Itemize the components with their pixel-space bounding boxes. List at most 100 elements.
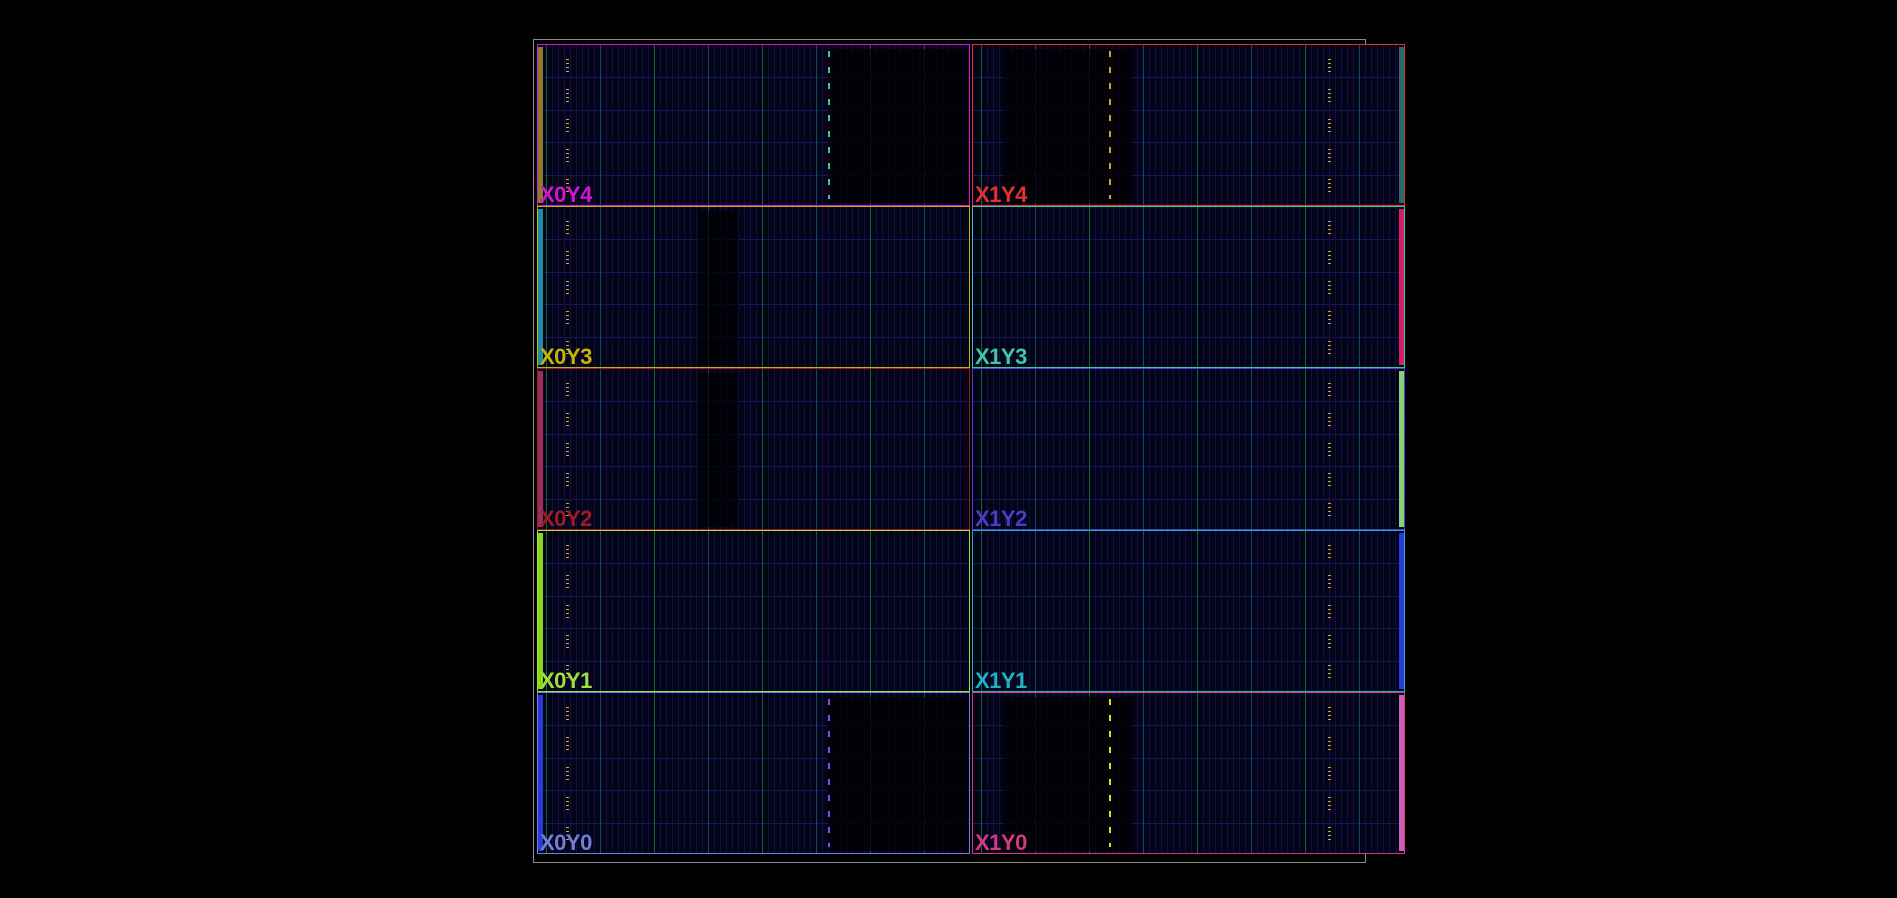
io-bank-bar bbox=[1399, 209, 1404, 365]
site-column bbox=[1095, 369, 1096, 529]
device-floorplan[interactable]: X0Y4 X1Y4 X0Y3 X1Y3 X0Y2 X1Y2 X0Y1 X1Y1 X0Y0 X1Y0 bbox=[533, 39, 1405, 863]
site-column bbox=[864, 207, 865, 367]
site-column bbox=[1227, 693, 1228, 853]
io-pin-group bbox=[1328, 827, 1331, 841]
io-pin-group bbox=[1328, 737, 1331, 751]
site-column bbox=[1365, 45, 1366, 205]
io-pin-group bbox=[1328, 545, 1331, 559]
site-column bbox=[798, 531, 799, 691]
site-column bbox=[1377, 45, 1378, 205]
site-column bbox=[636, 207, 637, 367]
site-column bbox=[1089, 531, 1090, 691]
site-column bbox=[1131, 531, 1132, 691]
site-column bbox=[804, 369, 805, 529]
site-column bbox=[900, 531, 901, 691]
site-column bbox=[588, 45, 589, 205]
site-column bbox=[846, 369, 847, 529]
site-column bbox=[684, 693, 685, 853]
site-column bbox=[1227, 369, 1228, 529]
clock-region-x1y2[interactable]: X1Y2 bbox=[972, 368, 1405, 530]
site-column bbox=[798, 45, 799, 205]
site-column bbox=[570, 693, 571, 853]
site-column bbox=[768, 45, 769, 205]
clock-region-x1y1[interactable]: X1Y1 bbox=[972, 530, 1405, 692]
site-column bbox=[576, 45, 577, 205]
site-column bbox=[1275, 531, 1276, 691]
site-column bbox=[1275, 207, 1276, 367]
site-column bbox=[1083, 207, 1084, 367]
site-column bbox=[690, 45, 691, 205]
clock-region-x1y4[interactable]: X1Y4 bbox=[972, 44, 1405, 206]
site-column bbox=[768, 531, 769, 691]
site-column bbox=[630, 369, 631, 529]
site-column bbox=[678, 693, 679, 853]
row-divider bbox=[538, 239, 969, 241]
site-column bbox=[1215, 45, 1216, 205]
site-column bbox=[786, 45, 787, 205]
site-column bbox=[1317, 531, 1318, 691]
site-column bbox=[630, 693, 631, 853]
site-column bbox=[822, 693, 823, 853]
site-column bbox=[696, 207, 697, 367]
clock-region-x0y1[interactable]: X0Y1 bbox=[537, 530, 970, 692]
site-column bbox=[1371, 207, 1372, 367]
site-column bbox=[858, 369, 859, 529]
io-pin-group bbox=[566, 311, 569, 325]
site-column bbox=[1221, 531, 1222, 691]
site-column bbox=[924, 369, 925, 529]
site-column bbox=[666, 531, 667, 691]
site-column bbox=[1305, 369, 1306, 529]
site-column bbox=[1113, 531, 1114, 691]
site-column bbox=[1155, 531, 1156, 691]
clock-region-x1y0[interactable]: X1Y0 bbox=[972, 692, 1405, 854]
site-column bbox=[948, 531, 949, 691]
row-divider bbox=[973, 628, 1404, 630]
site-column bbox=[750, 45, 751, 205]
site-column bbox=[750, 369, 751, 529]
site-column bbox=[918, 531, 919, 691]
site-column bbox=[900, 207, 901, 367]
site-column bbox=[702, 531, 703, 691]
site-column bbox=[696, 693, 697, 853]
site-column bbox=[1365, 207, 1366, 367]
site-column bbox=[600, 207, 601, 367]
site-column bbox=[1341, 531, 1342, 691]
site-column bbox=[762, 693, 763, 853]
site-column bbox=[1347, 45, 1348, 205]
site-column bbox=[1323, 45, 1324, 205]
row-divider bbox=[973, 239, 1404, 241]
site-column bbox=[894, 531, 895, 691]
site-column bbox=[1299, 45, 1300, 205]
clock-region-x1y3[interactable]: X1Y3 bbox=[972, 206, 1405, 368]
site-column bbox=[600, 45, 601, 205]
site-column bbox=[1269, 207, 1270, 367]
site-column bbox=[987, 693, 988, 853]
site-column bbox=[648, 207, 649, 367]
site-column bbox=[1173, 207, 1174, 367]
site-column bbox=[810, 45, 811, 205]
site-column bbox=[1347, 207, 1348, 367]
site-column bbox=[582, 45, 583, 205]
clock-region-x0y0[interactable]: X0Y0 bbox=[537, 692, 970, 854]
site-column bbox=[786, 531, 787, 691]
empty-area bbox=[698, 373, 738, 527]
site-column bbox=[888, 531, 889, 691]
site-column bbox=[1293, 45, 1294, 205]
site-column bbox=[852, 369, 853, 529]
site-column bbox=[1011, 369, 1012, 529]
clock-region-x0y3[interactable]: X0Y3 bbox=[537, 206, 970, 368]
clock-region-x0y2[interactable]: X0Y2 bbox=[537, 368, 970, 530]
site-column bbox=[558, 693, 559, 853]
io-pin-group bbox=[1328, 119, 1331, 133]
site-column bbox=[588, 693, 589, 853]
site-column bbox=[672, 207, 673, 367]
site-column bbox=[630, 45, 631, 205]
site-column bbox=[999, 45, 1000, 205]
site-column bbox=[774, 369, 775, 529]
site-column bbox=[1287, 693, 1288, 853]
site-column bbox=[696, 369, 697, 529]
clock-region-x0y4[interactable]: X0Y4 bbox=[537, 44, 970, 206]
site-column bbox=[906, 531, 907, 691]
site-column bbox=[1311, 531, 1312, 691]
site-column bbox=[1185, 693, 1186, 853]
